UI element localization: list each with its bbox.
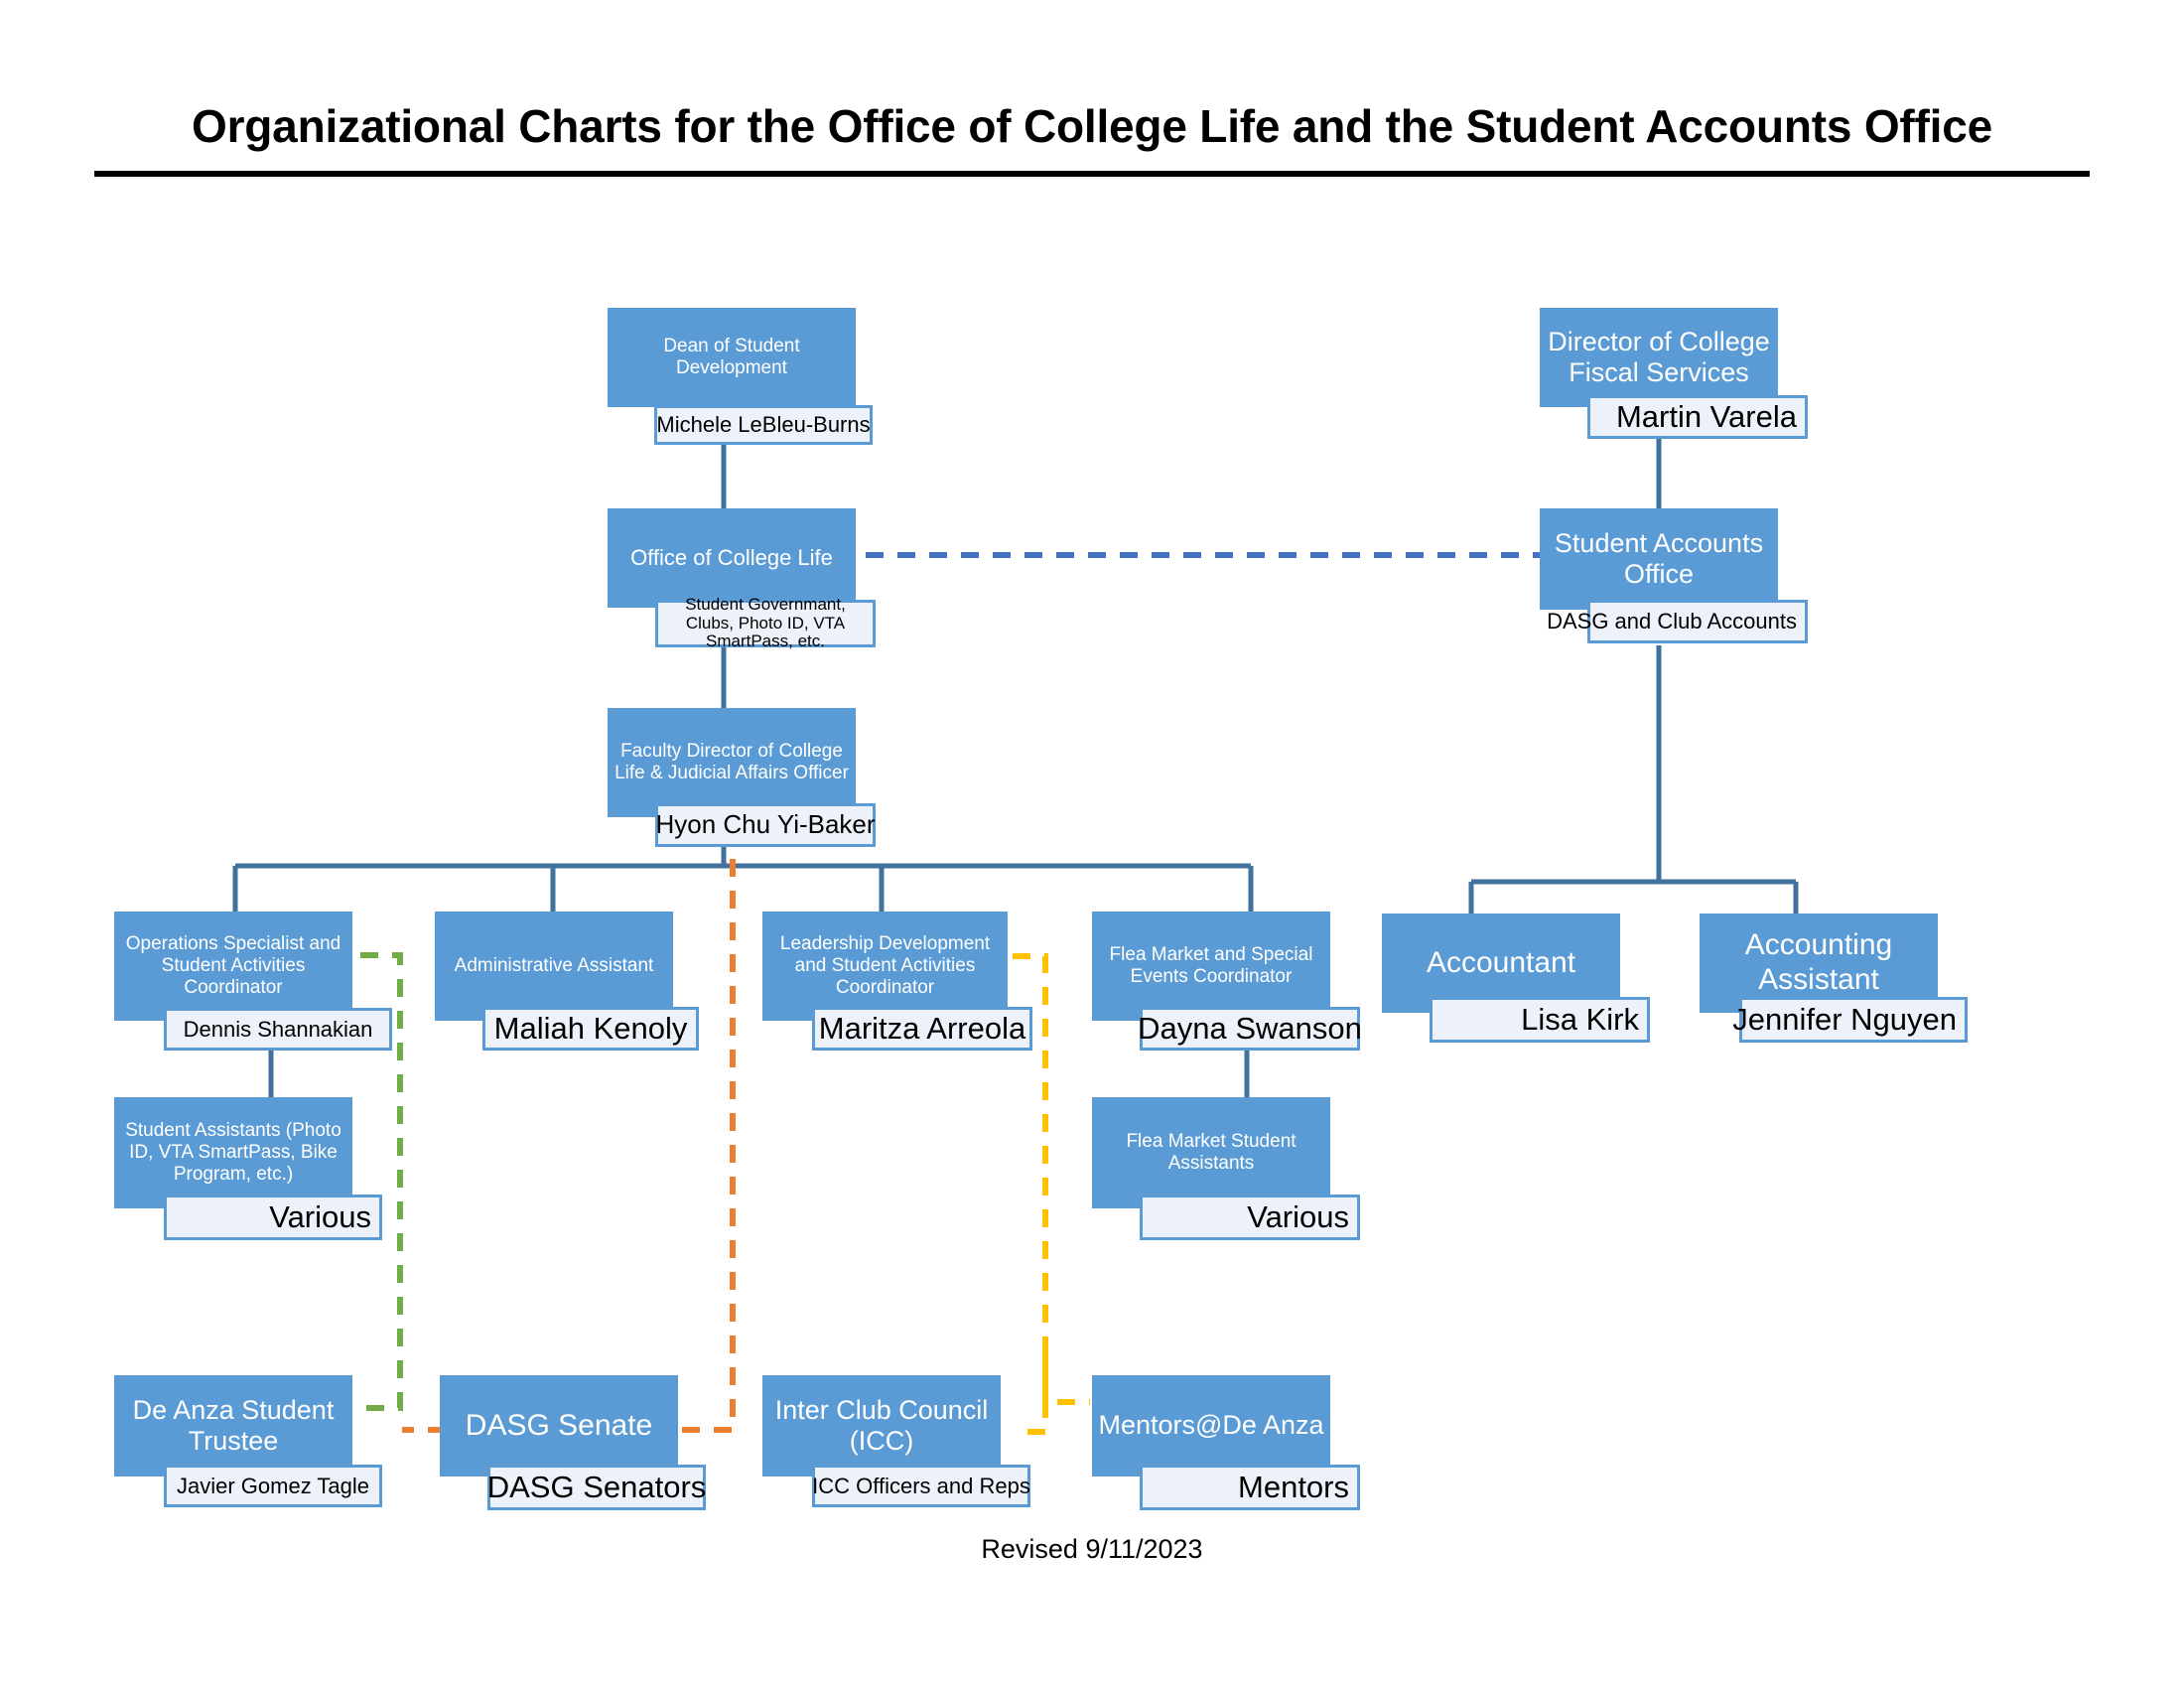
- node-title: Flea Market and Special Events Coordinat…: [1092, 912, 1330, 1021]
- node-title: Inter Club Council (ICC): [762, 1375, 1001, 1477]
- node-person: Lisa Kirk: [1430, 997, 1650, 1043]
- node-title: Office of College Life: [608, 508, 856, 608]
- node-title: Director of College Fiscal Services: [1540, 308, 1778, 407]
- org-chart-page: Organizational Charts for the Office of …: [0, 0, 2184, 1688]
- node-title: Flea Market Student Assistants: [1092, 1097, 1330, 1208]
- node-accountant[interactable]: Accountant Lisa Kirk: [1382, 914, 1650, 1043]
- node-operations-specialist[interactable]: Operations Specialist and Student Activi…: [114, 912, 392, 1051]
- node-student-accounts-office[interactable]: Student Accounts Office DASG and Club Ac…: [1540, 508, 1808, 645]
- node-leadership-development[interactable]: Leadership Development and Student Activ…: [762, 912, 1032, 1051]
- node-title: Mentors@De Anza: [1092, 1375, 1330, 1477]
- node-title: Operations Specialist and Student Activi…: [114, 912, 352, 1021]
- node-dasg-senate[interactable]: DASG Senate DASG Senators: [440, 1375, 706, 1510]
- node-accounting-assistant[interactable]: Accounting Assistant Jennifer Nguyen: [1700, 914, 1968, 1043]
- node-director-of-college-fiscal-services[interactable]: Director of College Fiscal Services Mart…: [1540, 308, 1808, 439]
- node-person: Various: [164, 1195, 382, 1240]
- node-person: Various: [1140, 1195, 1360, 1240]
- node-mentors-de-anza[interactable]: Mentors@De Anza Mentors: [1092, 1375, 1360, 1510]
- page-title-block: Organizational Charts for the Office of …: [94, 99, 2090, 177]
- node-title: Student Assistants (Photo ID, VTA SmartP…: [114, 1097, 352, 1208]
- node-person: Student Governmant, Clubs, Photo ID, VTA…: [655, 595, 876, 650]
- node-person: Martin Varela: [1587, 395, 1808, 439]
- node-person: Michele LeBleu-Burns: [654, 405, 873, 445]
- node-flea-market-assistants[interactable]: Flea Market Student Assistants Various: [1092, 1097, 1360, 1241]
- node-person: DASG Senators: [487, 1465, 706, 1510]
- node-faculty-director[interactable]: Faculty Director of College Life & Judic…: [608, 708, 876, 847]
- page-title: Organizational Charts for the Office of …: [192, 100, 1992, 152]
- node-person: Dayna Swanson: [1138, 1007, 1362, 1051]
- node-title: De Anza Student Trustee: [114, 1375, 352, 1477]
- node-person: Jennifer Nguyen: [1732, 997, 1968, 1043]
- node-title: Dean of Student Development: [608, 308, 856, 407]
- node-flea-market-coordinator[interactable]: Flea Market and Special Events Coordinat…: [1092, 912, 1362, 1051]
- node-title: DASG Senate: [440, 1375, 678, 1477]
- node-de-anza-student-trustee[interactable]: De Anza Student Trustee Javier Gomez Tag…: [114, 1375, 382, 1509]
- node-inter-club-council[interactable]: Inter Club Council (ICC) ICC Officers an…: [762, 1375, 1030, 1509]
- node-person: Maliah Kenoly: [482, 1007, 699, 1051]
- node-title: Faculty Director of College Life & Judic…: [608, 708, 856, 817]
- node-dean-of-student-development[interactable]: Dean of Student Development Michele LeBl…: [608, 308, 873, 445]
- node-title: Administrative Assistant: [435, 912, 673, 1021]
- dashed-leadership-to-mentors: [1042, 1350, 1090, 1405]
- node-person: Javier Gomez Tagle: [164, 1465, 382, 1507]
- node-person: Dennis Shannakian: [164, 1008, 392, 1051]
- node-office-of-college-life[interactable]: Office of College Life Student Governman…: [608, 508, 876, 650]
- revision-note: Revised 9/11/2023: [981, 1534, 1203, 1564]
- node-person: DASG and Club Accounts: [1547, 600, 1808, 643]
- node-title: Student Accounts Office: [1540, 508, 1778, 610]
- node-person: Mentors: [1140, 1465, 1360, 1510]
- node-student-assistants[interactable]: Student Assistants (Photo ID, VTA SmartP…: [114, 1097, 382, 1241]
- node-title: Leadership Development and Student Activ…: [762, 912, 1008, 1021]
- node-person: Hyon Chu Yi-Baker: [655, 803, 876, 847]
- node-person: ICC Officers and Reps: [812, 1465, 1030, 1507]
- node-person: Maritza Arreola: [812, 1007, 1032, 1051]
- node-administrative-assistant[interactable]: Administrative Assistant Maliah Kenoly: [435, 912, 699, 1051]
